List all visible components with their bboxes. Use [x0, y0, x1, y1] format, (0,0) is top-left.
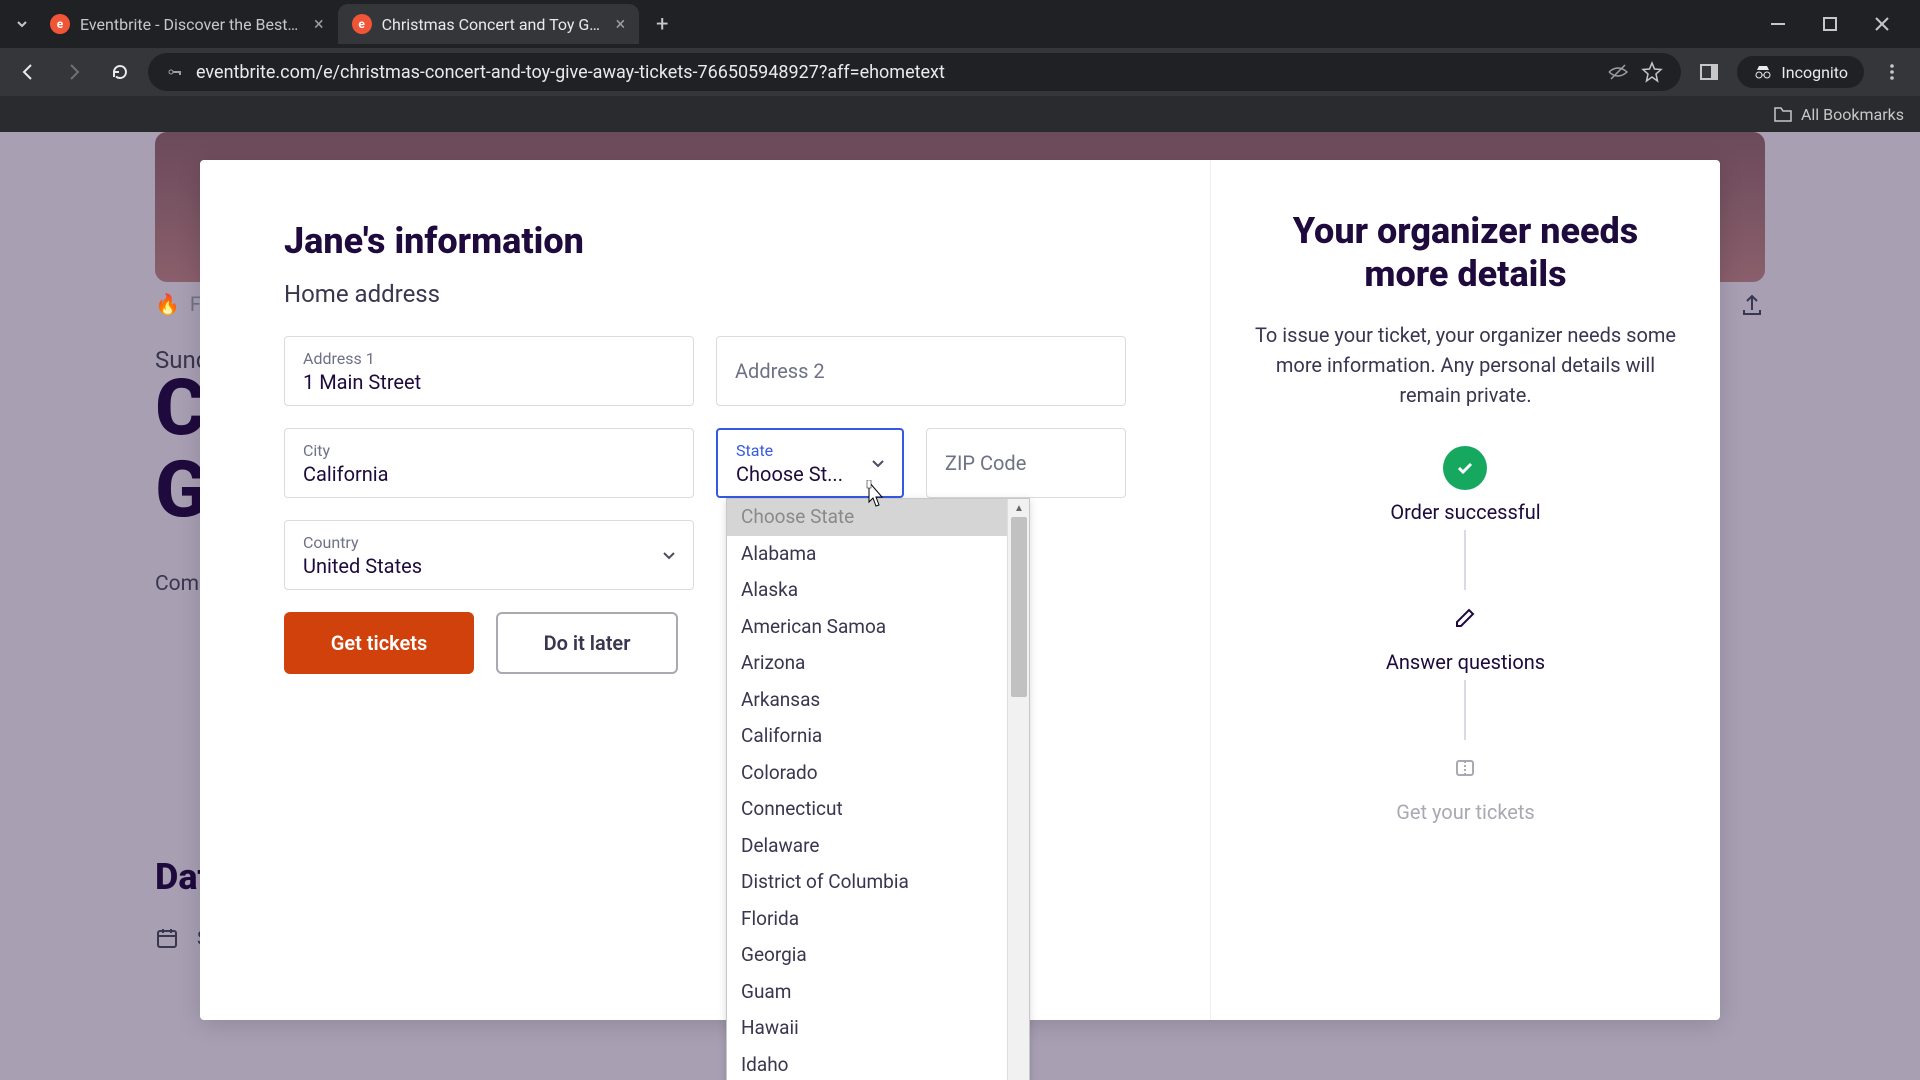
- close-icon[interactable]: ×: [616, 14, 626, 35]
- eventbrite-favicon-icon: e: [50, 14, 70, 34]
- fire-icon: 🔥: [155, 292, 180, 316]
- state-option[interactable]: Connecticut: [727, 791, 1007, 828]
- close-icon[interactable]: ×: [314, 14, 324, 35]
- eventbrite-favicon-icon: e: [352, 14, 372, 34]
- check-icon: [1443, 446, 1487, 490]
- state-option[interactable]: Idaho: [727, 1047, 1007, 1080]
- address1-value: 1 Main Street: [303, 370, 675, 394]
- state-option[interactable]: Guam: [727, 974, 1007, 1011]
- folder-icon: [1773, 105, 1793, 123]
- city-label: City: [303, 441, 675, 460]
- summary-title: Your organizer needs more details: [1251, 210, 1680, 296]
- step-connector: [1464, 530, 1466, 590]
- state-option[interactable]: American Samoa: [727, 609, 1007, 646]
- state-option[interactable]: District of Columbia: [727, 864, 1007, 901]
- summary-panel: Your organizer needs more details To iss…: [1210, 160, 1720, 1020]
- country-label: Country: [303, 533, 675, 552]
- browser-chrome: e Eventbrite - Discover the Best L × e C…: [0, 0, 1920, 132]
- minimize-icon[interactable]: [1764, 10, 1792, 38]
- menu-icon[interactable]: [1874, 54, 1910, 90]
- site-info-icon[interactable]: [166, 63, 184, 81]
- scroll-up-icon[interactable]: ▲: [1008, 499, 1030, 517]
- tab-2[interactable]: e Christmas Concert and Toy Give ×: [338, 4, 640, 44]
- state-label: State: [736, 441, 884, 460]
- city-value: California: [303, 462, 675, 486]
- step-1-label: Order successful: [1390, 500, 1540, 524]
- address1-label: Address 1: [303, 349, 675, 368]
- do-it-later-button[interactable]: Do it later: [496, 612, 678, 674]
- zip-placeholder: ZIP Code: [945, 451, 1107, 475]
- step-3-label: Get your tickets: [1396, 800, 1535, 824]
- state-select[interactable]: State Choose St...: [716, 428, 904, 498]
- get-tickets-button[interactable]: Get tickets: [284, 612, 474, 674]
- url-text: eventbrite.com/e/christmas-concert-and-t…: [196, 62, 1595, 83]
- city-field[interactable]: City California: [284, 428, 694, 498]
- eye-off-icon[interactable]: [1607, 61, 1629, 83]
- state-option-list: Choose State Alabama Alaska American Sam…: [727, 499, 1007, 1080]
- tab-2-title: Christmas Concert and Toy Give: [382, 15, 602, 34]
- incognito-icon: [1753, 62, 1773, 82]
- chevron-down-icon: [870, 455, 886, 471]
- ticket-icon: [1443, 746, 1487, 790]
- state-option[interactable]: California: [727, 718, 1007, 755]
- all-bookmarks-button[interactable]: All Bookmarks: [1773, 105, 1904, 124]
- star-icon[interactable]: [1641, 61, 1663, 83]
- address-bar: eventbrite.com/e/christmas-concert-and-t…: [0, 48, 1920, 96]
- bookmark-bar: All Bookmarks: [0, 96, 1920, 132]
- address1-field[interactable]: Address 1 1 Main Street: [284, 336, 694, 406]
- page: 🔥 Few Sunday Ch Giv Come an Date a Sunda…: [0, 132, 1920, 1080]
- chevron-down-icon: [661, 547, 677, 563]
- state-option[interactable]: Georgia: [727, 937, 1007, 974]
- state-option[interactable]: Delaware: [727, 828, 1007, 865]
- address2-field[interactable]: Address 2: [716, 336, 1126, 406]
- summary-desc: To issue your ticket, your organizer nee…: [1251, 320, 1680, 410]
- incognito-label: Incognito: [1781, 63, 1848, 82]
- pencil-icon: [1443, 596, 1487, 640]
- state-value: Choose St...: [736, 462, 884, 486]
- step-2-label: Answer questions: [1386, 650, 1545, 674]
- tab-bar: e Eventbrite - Discover the Best L × e C…: [0, 0, 1920, 48]
- tab-search-icon[interactable]: [8, 10, 36, 38]
- reload-button[interactable]: [102, 54, 138, 90]
- form-panel: Jane's information Home address Address …: [200, 160, 1210, 1020]
- window-controls: [1764, 10, 1912, 38]
- country-value: United States: [303, 554, 675, 578]
- close-window-icon[interactable]: [1868, 10, 1896, 38]
- calendar-icon: [155, 926, 179, 950]
- state-option[interactable]: Choose State: [727, 499, 1007, 536]
- address2-placeholder: Address 2: [735, 359, 1107, 383]
- form-section-label: Home address: [284, 280, 1146, 308]
- share-icon[interactable]: [1739, 292, 1765, 318]
- state-option[interactable]: Alabama: [727, 536, 1007, 573]
- scrollbar[interactable]: ▲ ▼: [1007, 499, 1029, 1080]
- state-dropdown: Choose State Alabama Alaska American Sam…: [726, 498, 1030, 1080]
- state-option[interactable]: Arkansas: [727, 682, 1007, 719]
- state-option[interactable]: Alaska: [727, 572, 1007, 609]
- state-option[interactable]: Arizona: [727, 645, 1007, 682]
- state-option[interactable]: Colorado: [727, 755, 1007, 792]
- zip-field[interactable]: ZIP Code: [926, 428, 1126, 498]
- url-box[interactable]: eventbrite.com/e/christmas-concert-and-t…: [148, 53, 1681, 91]
- maximize-icon[interactable]: [1816, 10, 1844, 38]
- incognito-chip[interactable]: Incognito: [1737, 56, 1864, 88]
- form-title: Jane's information: [284, 220, 1146, 262]
- tab-1[interactable]: e Eventbrite - Discover the Best L ×: [36, 4, 338, 44]
- step-connector: [1464, 680, 1466, 740]
- forward-button[interactable]: [56, 54, 92, 90]
- back-button[interactable]: [10, 54, 46, 90]
- new-tab-button[interactable]: +: [645, 7, 679, 41]
- scroll-thumb[interactable]: [1011, 517, 1027, 697]
- checkout-modal: Jane's information Home address Address …: [200, 160, 1720, 1020]
- state-option[interactable]: Hawaii: [727, 1010, 1007, 1047]
- state-option[interactable]: Florida: [727, 901, 1007, 938]
- progress-steps: Order successful Answer questions Get yo…: [1386, 446, 1545, 824]
- all-bookmarks-label: All Bookmarks: [1801, 105, 1904, 124]
- country-select[interactable]: Country United States: [284, 520, 694, 590]
- tab-1-title: Eventbrite - Discover the Best L: [80, 15, 300, 34]
- side-panel-icon[interactable]: [1691, 54, 1727, 90]
